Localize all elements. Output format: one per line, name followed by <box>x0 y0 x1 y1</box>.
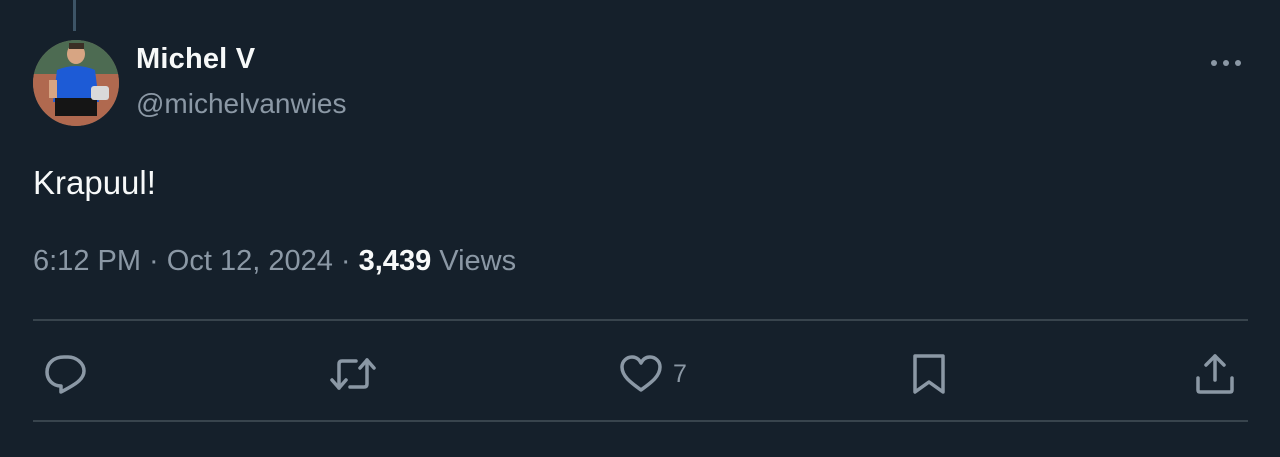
reply-button[interactable] <box>44 349 88 399</box>
author-display-name[interactable]: Michel V <box>136 43 255 76</box>
share-icon <box>1196 354 1234 394</box>
heart-icon <box>620 355 662 392</box>
avatar-photo <box>33 40 119 126</box>
divider <box>33 420 1248 422</box>
reply-icon <box>45 355 86 394</box>
bookmark-icon <box>913 354 945 394</box>
tweet-time[interactable]: 6:12 PM <box>33 245 141 277</box>
more-dots-icon <box>1211 60 1241 66</box>
meta-separator: · <box>332 245 359 277</box>
divider <box>33 319 1248 321</box>
tweet-meta: 6:12 PM · Oct 12, 2024 · 3,439 Views <box>33 245 516 278</box>
bookmark-button[interactable] <box>910 349 948 399</box>
more-options-button[interactable] <box>1206 50 1246 76</box>
tweet-detail: Michel V @michelvanwies Krapuul! 6:12 PM… <box>0 0 1280 457</box>
author-handle[interactable]: @michelvanwies <box>136 88 347 120</box>
retweet-button[interactable] <box>329 349 377 399</box>
retweet-icon <box>330 358 376 390</box>
like-button[interactable]: 7 <box>619 349 687 399</box>
views-count: 3,439 <box>358 245 432 277</box>
thread-connector-line <box>73 0 76 31</box>
avatar[interactable] <box>33 40 119 126</box>
views-label: Views <box>431 245 517 277</box>
share-button[interactable] <box>1194 349 1236 399</box>
meta-separator: · <box>141 245 167 277</box>
tweet-date[interactable]: Oct 12, 2024 <box>167 245 333 277</box>
tweet-text: Krapuul! <box>33 164 156 201</box>
like-count: 7 <box>673 359 687 388</box>
